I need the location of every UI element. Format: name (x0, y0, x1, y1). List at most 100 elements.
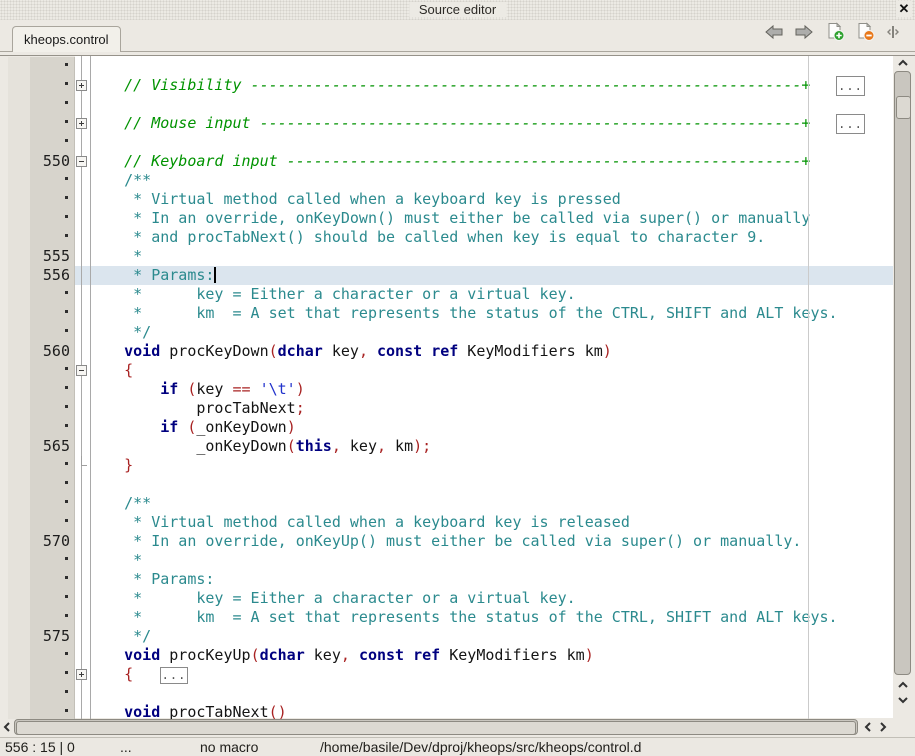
fold-expand-icon[interactable] (76, 118, 87, 129)
line-number: 560 (0, 342, 75, 361)
line-number (0, 304, 75, 323)
status-bar: 556 : 15 | 0 ... no macro /home/basile/D… (0, 737, 915, 756)
line-number (0, 646, 75, 665)
code-line[interactable]: 560 void procKeyDown(dchar key, const re… (0, 342, 893, 361)
code-line[interactable]: 550 // Keyboard input ------------------… (0, 152, 893, 171)
line-number (0, 228, 75, 247)
code-line[interactable]: */ (0, 323, 893, 342)
fold-collapse-icon[interactable] (76, 156, 87, 167)
code-line[interactable]: if (_onKeyDown) (0, 418, 893, 437)
fold-expand-icon[interactable] (76, 669, 87, 680)
code-line[interactable]: * and procTabNext() should be called whe… (0, 228, 893, 247)
code-line[interactable]: 565 _onKeyDown(this, key, km); (0, 437, 893, 456)
code-line[interactable]: /** (0, 494, 893, 513)
code-text: * km = A set that represents the status … (75, 608, 893, 627)
horizontal-scroll-track[interactable] (14, 719, 858, 735)
code-line[interactable]: * key = Either a character or a virtual … (0, 285, 893, 304)
scroll-left-button[interactable] (0, 719, 14, 735)
horizontal-scrollbar[interactable] (0, 718, 893, 737)
line-number (0, 475, 75, 494)
code-line[interactable]: {... (0, 665, 893, 684)
code-line[interactable]: 575 */ (0, 627, 893, 646)
fold-expand-icon[interactable] (76, 80, 87, 91)
code-line[interactable] (0, 95, 893, 114)
code-line[interactable]: * key = Either a character or a virtual … (0, 589, 893, 608)
close-window-icon[interactable]: ✕ (896, 1, 912, 17)
fold-collapse-icon[interactable] (76, 365, 87, 376)
code-line[interactable]: } (0, 456, 893, 475)
code-text: * key = Either a character or a virtual … (75, 589, 893, 608)
line-number: 570 (0, 532, 75, 551)
code-line[interactable]: 570 * In an override, onKeyUp() must eit… (0, 532, 893, 551)
vertical-scroll-thumb[interactable] (896, 96, 911, 119)
folded-code-ellipsis[interactable]: ... (836, 76, 865, 96)
code-line[interactable]: if (key == '\t') (0, 380, 893, 399)
line-number (0, 570, 75, 589)
code-text: * (75, 247, 893, 266)
code-line[interactable]: * km = A set that represents the status … (0, 304, 893, 323)
scroll-right-button[interactable] (875, 719, 890, 735)
line-number (0, 684, 75, 703)
code-line[interactable] (0, 57, 893, 76)
line-number (0, 114, 75, 133)
line-number (0, 418, 75, 437)
code-line[interactable]: /** (0, 171, 893, 190)
vertical-scrollbar[interactable] (893, 56, 913, 719)
code-line[interactable] (0, 475, 893, 494)
code-text: if (_onKeyDown) (75, 418, 893, 437)
line-number (0, 494, 75, 513)
folded-code-ellipsis[interactable]: ... (836, 114, 865, 134)
tab-kheops-control[interactable]: kheops.control (12, 26, 121, 52)
code-line[interactable]: // Mouse input -------------------------… (0, 114, 893, 133)
chevron-left-icon (3, 721, 11, 733)
scroll-up-button-bottom[interactable] (894, 678, 912, 692)
scroll-left-button-right[interactable] (860, 719, 875, 735)
code-line[interactable]: procTabNext; (0, 399, 893, 418)
line-number (0, 665, 75, 684)
code-text (75, 133, 893, 152)
code-line[interactable]: * Virtual method called when a keyboard … (0, 513, 893, 532)
titlebar: Source editor ✕ (0, 0, 915, 20)
code-text: _onKeyDown(this, key, km); (75, 437, 893, 456)
line-number (0, 513, 75, 532)
code-line[interactable]: void procTabNext() (0, 703, 893, 719)
code-text: * In an override, onKeyDown() must eithe… (75, 209, 893, 228)
horizontal-scroll-thumb[interactable] (16, 721, 856, 735)
code-line[interactable]: 555 * (0, 247, 893, 266)
code-line[interactable]: * Virtual method called when a keyboard … (0, 190, 893, 209)
code-text: * Params: (75, 266, 893, 285)
folded-code-ellipsis[interactable]: ... (160, 667, 188, 684)
code-rows[interactable]: // Visibility --------------------------… (0, 56, 893, 719)
scroll-up-button[interactable] (894, 56, 912, 70)
close-document-icon (856, 22, 875, 46)
split-editor-icon (885, 24, 901, 45)
code-line[interactable]: { (0, 361, 893, 380)
text-caret (214, 267, 216, 283)
code-text: * key = Either a character or a virtual … (75, 285, 893, 304)
split-editor-button[interactable] (882, 23, 904, 45)
back-button[interactable] (763, 23, 785, 45)
code-line[interactable]: void procKeyUp(dchar key, const ref KeyM… (0, 646, 893, 665)
line-number (0, 171, 75, 190)
code-line[interactable] (0, 133, 893, 152)
line-number (0, 209, 75, 228)
vertical-scroll-track[interactable] (894, 71, 911, 675)
code-line[interactable]: * Params: (0, 570, 893, 589)
code-text: /** (75, 494, 893, 513)
code-line[interactable]: // Visibility --------------------------… (0, 76, 893, 95)
close-document-button[interactable] (854, 23, 876, 45)
scroll-down-button[interactable] (894, 693, 912, 707)
chevron-right-icon (879, 721, 887, 733)
new-document-button[interactable] (824, 23, 846, 45)
line-number (0, 95, 75, 114)
code-line[interactable] (0, 684, 893, 703)
code-line[interactable]: * (0, 551, 893, 570)
line-number: 565 (0, 437, 75, 456)
new-document-icon (826, 22, 845, 46)
code-line[interactable]: * km = A set that represents the status … (0, 608, 893, 627)
current-code-line[interactable]: 556 * Params: (0, 266, 893, 285)
line-number (0, 285, 75, 304)
forward-button[interactable] (793, 23, 815, 45)
code-line[interactable]: * In an override, onKeyDown() must eithe… (0, 209, 893, 228)
code-text (75, 95, 893, 114)
